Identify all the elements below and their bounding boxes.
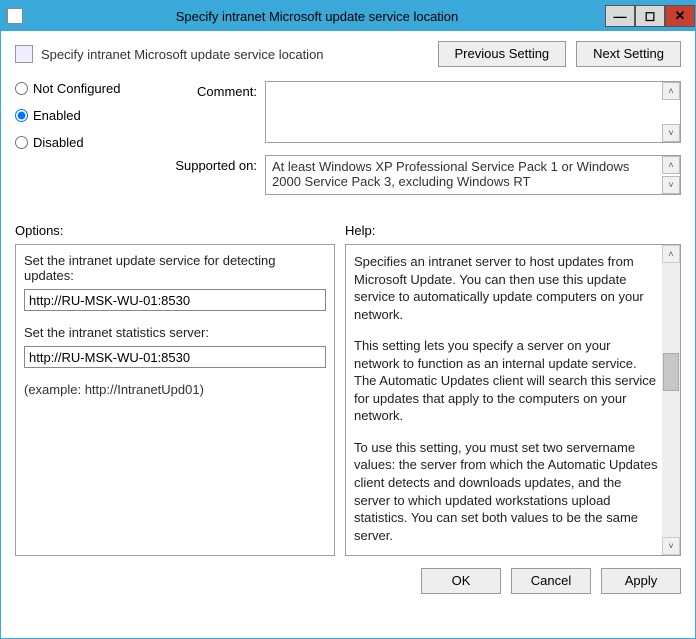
scrollbar-track[interactable]: [662, 263, 680, 537]
detect-service-input[interactable]: [24, 289, 326, 311]
scroll-up-icon[interactable]: ˄: [662, 245, 680, 263]
radio-disabled-label: Disabled: [33, 135, 84, 150]
scroll-down-icon[interactable]: ˅: [662, 176, 680, 194]
help-heading: Help:: [345, 223, 375, 238]
window-title: Specify intranet Microsoft update servic…: [29, 9, 605, 24]
supported-on-box: At least Windows XP Professional Service…: [265, 155, 681, 195]
minimize-button[interactable]: —: [605, 5, 635, 27]
scroll-up-icon[interactable]: ˄: [662, 156, 680, 174]
dialog-footer: OK Cancel Apply: [1, 556, 695, 606]
radio-disabled-input[interactable]: [15, 136, 28, 149]
options-pane: Set the intranet update service for dete…: [15, 244, 335, 556]
comment-box[interactable]: ˄ ˅: [265, 81, 681, 143]
supported-on-value: At least Windows XP Professional Service…: [272, 159, 629, 189]
titlebar: Specify intranet Microsoft update servic…: [1, 1, 695, 31]
supported-on-label: Supported on:: [165, 155, 265, 195]
previous-setting-button[interactable]: Previous Setting: [438, 41, 567, 67]
scroll-down-icon[interactable]: ˅: [662, 537, 680, 555]
policy-icon: [15, 45, 33, 63]
maximize-button[interactable]: ◻: [635, 5, 665, 27]
help-paragraph: To use this setting, you must set two se…: [354, 439, 658, 544]
next-setting-button[interactable]: Next Setting: [576, 41, 681, 67]
detect-service-label: Set the intranet update service for dete…: [24, 253, 326, 283]
page-title: Specify intranet Microsoft update servic…: [41, 47, 438, 62]
radio-not-configured-input[interactable]: [15, 82, 28, 95]
radio-disabled[interactable]: Disabled: [15, 135, 155, 150]
close-button[interactable]: ✕: [665, 5, 695, 27]
ok-button[interactable]: OK: [421, 568, 501, 594]
radio-enabled-label: Enabled: [33, 108, 81, 123]
scroll-up-icon[interactable]: ˄: [662, 82, 680, 100]
comment-label: Comment:: [165, 81, 265, 143]
help-pane: Specifies an intranet server to host upd…: [345, 244, 681, 556]
help-paragraph: Specifies an intranet server to host upd…: [354, 253, 658, 323]
stats-server-label: Set the intranet statistics server:: [24, 325, 326, 340]
scroll-down-icon[interactable]: ˅: [662, 124, 680, 142]
help-text: Specifies an intranet server to host upd…: [354, 253, 658, 556]
radio-not-configured-label: Not Configured: [33, 81, 120, 96]
help-paragraph: This setting lets you specify a server o…: [354, 337, 658, 425]
app-icon: [7, 8, 23, 24]
radio-enabled[interactable]: Enabled: [15, 108, 155, 123]
apply-button[interactable]: Apply: [601, 568, 681, 594]
scrollbar-thumb[interactable]: [663, 353, 679, 391]
options-heading: Options:: [15, 223, 345, 238]
stats-server-input[interactable]: [24, 346, 326, 368]
example-text: (example: http://IntranetUpd01): [24, 382, 326, 397]
radio-enabled-input[interactable]: [15, 109, 28, 122]
help-scrollbar[interactable]: ˄ ˅: [662, 245, 680, 555]
window-controls: — ◻ ✕: [605, 5, 695, 27]
cancel-button[interactable]: Cancel: [511, 568, 591, 594]
radio-not-configured[interactable]: Not Configured: [15, 81, 155, 96]
